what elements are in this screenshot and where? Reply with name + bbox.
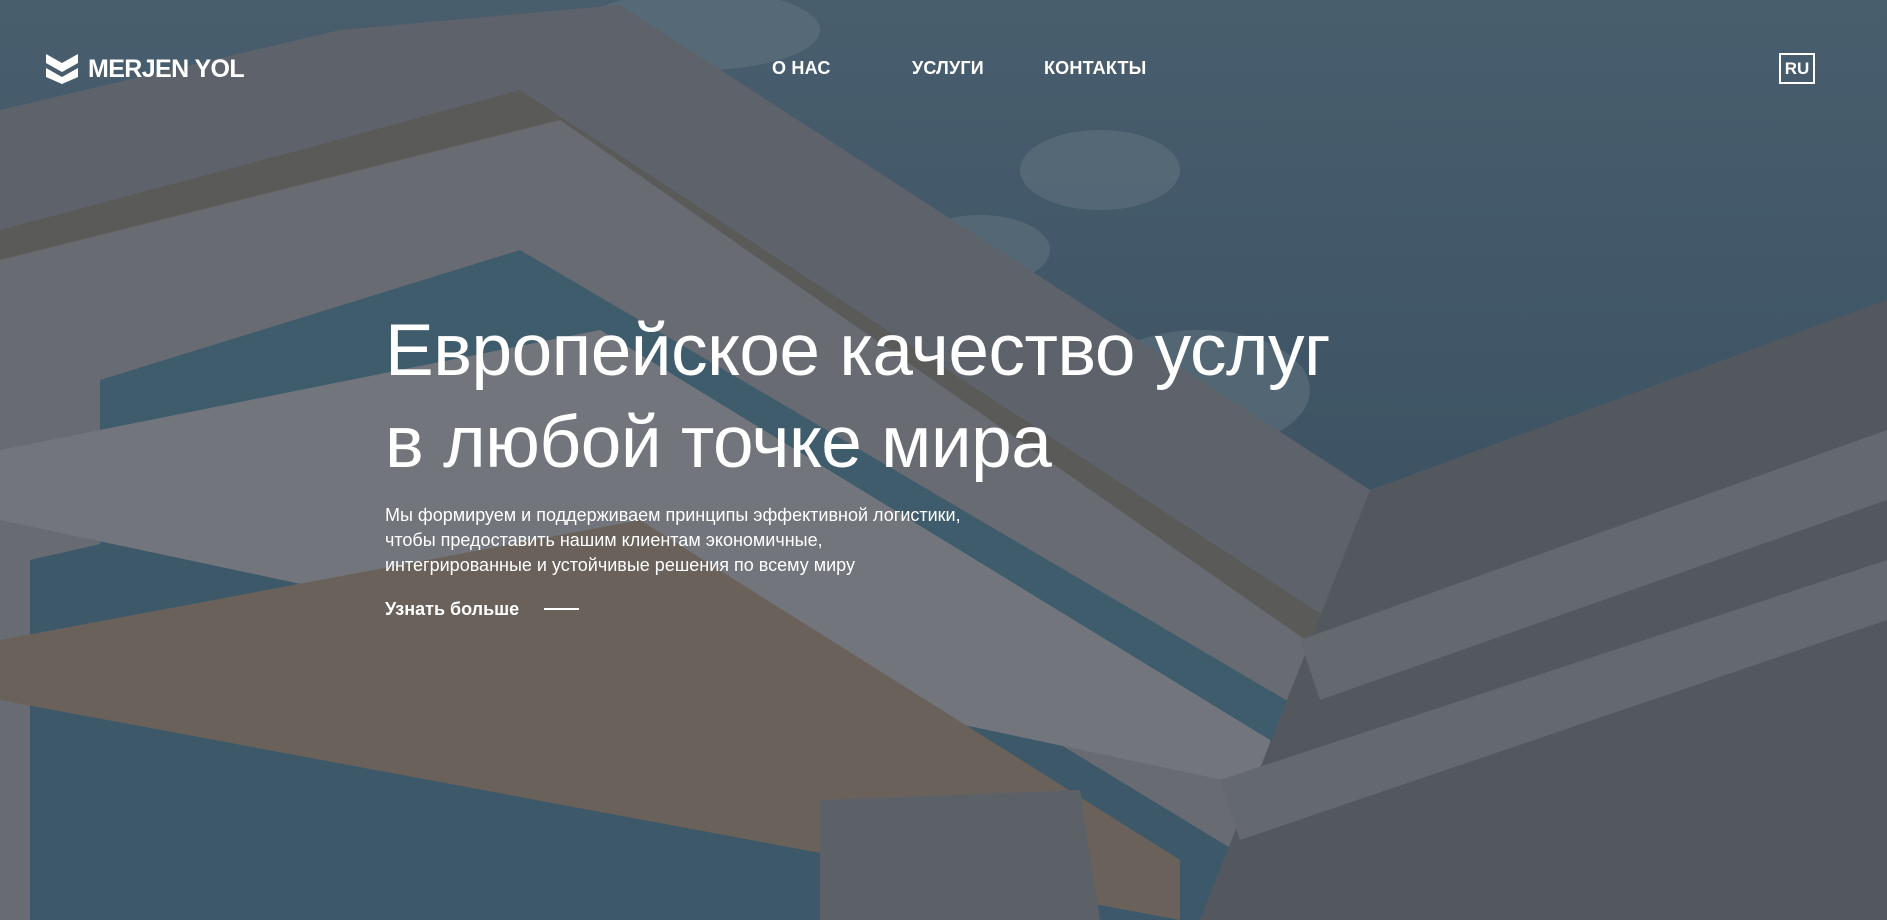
hero-section: Европейское качество услуг в любой точке… — [385, 305, 1485, 618]
hero-title: Европейское качество услуг в любой точке… — [385, 305, 1485, 489]
hero-title-line-2: в любой точке мира — [385, 402, 1052, 483]
language-switcher[interactable]: RU — [1779, 53, 1815, 84]
header: MERJEN YOL О НАС УСЛУГИ КОНТАКТЫ RU — [0, 0, 1887, 140]
arrow-line-icon — [544, 608, 580, 610]
brand-name: MERJEN YOL — [88, 54, 245, 83]
hero-title-line-1: Европейское качество услуг — [385, 310, 1331, 391]
chevron-stack-logo-icon — [46, 54, 78, 84]
hero-description-line-1: Мы формируем и поддерживаем принципы эфф… — [385, 505, 961, 525]
learn-more-link[interactable]: Узнать больше — [385, 600, 1485, 618]
hero-description-line-3: интегрированные и устойчивые решения по … — [385, 555, 855, 575]
nav-about[interactable]: О НАС — [772, 59, 831, 77]
learn-more-label: Узнать больше — [385, 599, 520, 619]
brand-logo[interactable]: MERJEN YOL — [46, 54, 245, 84]
nav-contacts[interactable]: КОНТАКТЫ — [1044, 59, 1147, 77]
hero-description: Мы формируем и поддерживаем принципы эфф… — [385, 503, 1025, 578]
nav-services[interactable]: УСЛУГИ — [912, 59, 984, 77]
hero-description-line-2: чтобы предоставить нашим клиентам эконом… — [385, 530, 823, 550]
